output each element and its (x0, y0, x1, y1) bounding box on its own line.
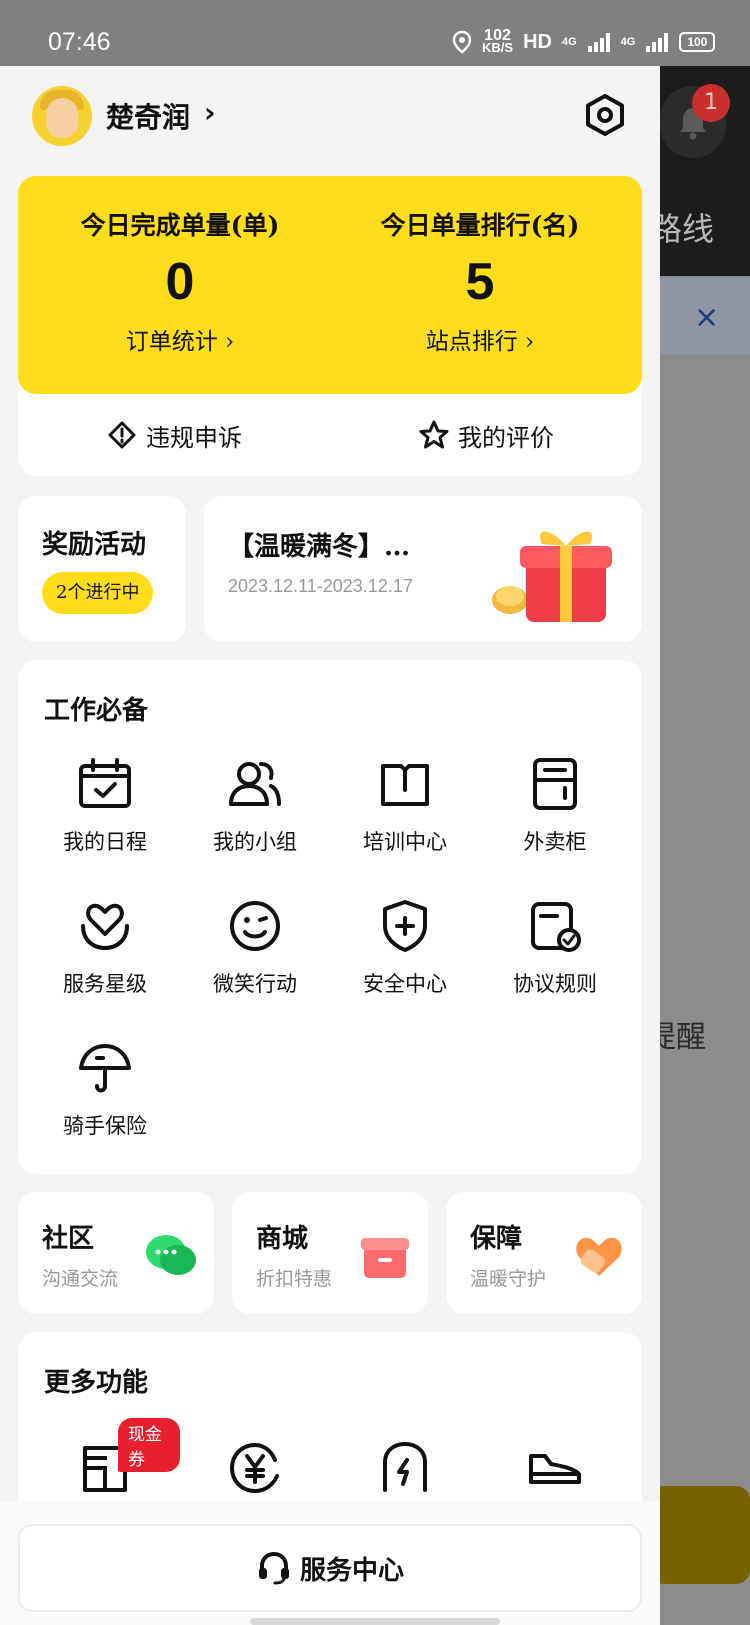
station-ranking-link[interactable]: 站点排行 › (330, 322, 630, 356)
violation-appeal-button[interactable]: 违规申诉 (18, 394, 330, 476)
protection-card[interactable]: 保障 温暖守护 (446, 1192, 642, 1314)
protection-title: 保障 (470, 1224, 523, 1254)
settings-icon[interactable] (584, 94, 626, 136)
appeal-icon (108, 421, 136, 449)
tool-service-rating[interactable]: 服务星级 (30, 898, 180, 998)
hd-indicator: HD (523, 30, 552, 53)
reward-activity-card[interactable]: 奖励活动 2个进行中 (18, 496, 186, 642)
community-subtitle: 沟通交流 (42, 1268, 119, 1290)
community-card[interactable]: 社区 沟通交流 (18, 1192, 214, 1314)
group-icon (229, 762, 281, 806)
community-title: 社区 (42, 1224, 95, 1254)
headset-icon (258, 1551, 289, 1585)
cabinet-icon (533, 758, 577, 810)
tool-food-locker[interactable]: 外卖柜 (480, 756, 630, 856)
stat-ranking-value: 5 (465, 253, 495, 311)
user-name[interactable]: 楚奇润 (106, 96, 190, 136)
chat-icon (146, 1235, 196, 1275)
tool-rider-insurance[interactable]: 骑手保险 (30, 1040, 180, 1140)
my-reviews-button[interactable]: 我的评价 (330, 394, 642, 476)
chevron-right-icon[interactable]: › (204, 96, 216, 129)
avatar-face (46, 98, 78, 138)
background-close-icon: × (694, 300, 720, 335)
work-essentials-card: 工作必备 我的日程 我的小组 培训中心 外卖柜 服务星级 微笑行动 安全中心 协… (18, 660, 642, 1174)
my-reviews-label: 我的评价 (458, 423, 554, 452)
promo-title: 【温暖满冬】… (228, 532, 411, 562)
background-yellow-button (650, 1486, 750, 1584)
status-icons: 102 KB/S HD 4G 4G 100 (452, 28, 716, 55)
stat-ranking[interactable]: 今日单量排行(名) 5 站点排行 › (330, 206, 630, 356)
coupon-badge: 现金券 (118, 1418, 180, 1472)
drawer-footer: 服务中心 (0, 1502, 660, 1625)
tool-label: 外卖柜 (523, 830, 587, 854)
stat-completed-value: 0 (165, 253, 195, 311)
tool-smile-action[interactable]: 微笑行动 (180, 898, 330, 998)
mall-card[interactable]: 商城 折扣特惠 (232, 1192, 428, 1314)
service-center-label: 服务中心 (299, 1555, 404, 1586)
work-essentials-grid: 我的日程 我的小组 培训中心 外卖柜 服务星级 微笑行动 安全中心 协议规则 骑… (30, 756, 630, 1140)
network-type-1: 4G (561, 36, 577, 48)
home-indicator[interactable] (250, 1618, 500, 1625)
tool-my-schedule[interactable]: 我的日程 (30, 756, 180, 856)
yuan-icon (229, 1442, 279, 1494)
signal-icon-2 (646, 33, 669, 52)
shop-icon (361, 1238, 409, 1278)
stat-completed-orders[interactable]: 今日完成单量(单) 0 订单统计 › (30, 206, 330, 356)
mall-subtitle: 折扣特惠 (256, 1268, 333, 1290)
tool-label: 骑手保险 (63, 1114, 147, 1138)
gift-box-icon (492, 531, 612, 622)
avatar[interactable] (32, 86, 92, 146)
reward-title: 奖励活动 (42, 530, 147, 560)
shield-icon (383, 900, 427, 952)
network-speed-unit: KB/S (482, 40, 514, 55)
network-type-2: 4G (620, 36, 636, 48)
status-bar: 07:46 102 KB/S HD 4G 4G 100 (0, 0, 750, 66)
stats-summary: 今日完成单量(单) 0 订单统计 › 今日单量排行(名) 5 站点排行 › (18, 176, 642, 394)
tool-agreement-rules[interactable]: 协议规则 (480, 898, 630, 998)
reward-count-badge: 2个进行中 (42, 572, 154, 614)
service-center-button[interactable]: 服务中心 (18, 1524, 642, 1612)
tool-safety-center[interactable]: 安全中心 (330, 898, 480, 998)
user-profile-row[interactable]: 楚奇润 › (0, 66, 660, 176)
tool-label: 安全中心 (363, 972, 447, 996)
network-speed: 102 KB/S (482, 28, 514, 55)
care-icon (576, 1237, 622, 1276)
order-stats-link[interactable]: 订单统计 › (30, 322, 330, 356)
stat-completed-label: 今日完成单量(单) (80, 211, 280, 240)
charge-icon (383, 1441, 427, 1492)
tool-label: 服务星级 (63, 972, 147, 996)
umbrella-icon (79, 1044, 131, 1093)
shoe-icon (529, 1454, 581, 1484)
calendar-icon (79, 758, 131, 808)
violation-appeal-label: 违规申诉 (146, 423, 242, 452)
star-icon (419, 420, 449, 449)
tool-label: 协议规则 (513, 972, 597, 996)
side-drawer: 楚奇润 › 今日完成单量(单) 0 订单统计 › 今日单量排行(名) 5 站点排… (0, 66, 660, 1625)
mall-title: 商城 (256, 1224, 309, 1254)
more-features-title: 更多功能 (44, 1368, 149, 1398)
protection-subtitle: 温暖守护 (470, 1268, 547, 1290)
promo-date: 2023.12.11-2023.12.17 (228, 576, 413, 596)
work-essentials-title: 工作必备 (44, 696, 149, 726)
tool-training-center[interactable]: 培训中心 (330, 756, 480, 856)
tool-label: 培训中心 (363, 830, 447, 854)
location-icon (452, 30, 472, 54)
heart-hands-icon (81, 903, 129, 951)
smile-icon (230, 901, 280, 951)
tool-label: 微笑行动 (213, 972, 297, 996)
stats-card: 今日完成单量(单) 0 订单统计 › 今日单量排行(名) 5 站点排行 › 违规… (18, 176, 642, 476)
book-icon (381, 764, 429, 806)
stats-actions: 违规申诉 我的评价 (18, 394, 642, 476)
tool-label: 我的小组 (213, 830, 297, 854)
tool-label: 我的日程 (63, 830, 147, 854)
status-time: 07:46 (48, 28, 111, 56)
stat-ranking-label: 今日单量排行(名) (380, 211, 580, 240)
notification-badge: 1 (692, 84, 730, 122)
agreement-icon (531, 902, 581, 952)
tool-my-group[interactable]: 我的小组 (180, 756, 330, 856)
battery-indicator: 100 (679, 32, 716, 52)
signal-icon-1 (587, 33, 610, 52)
promo-banner[interactable]: 【温暖满冬】… 2023.12.11-2023.12.17 (204, 496, 642, 642)
